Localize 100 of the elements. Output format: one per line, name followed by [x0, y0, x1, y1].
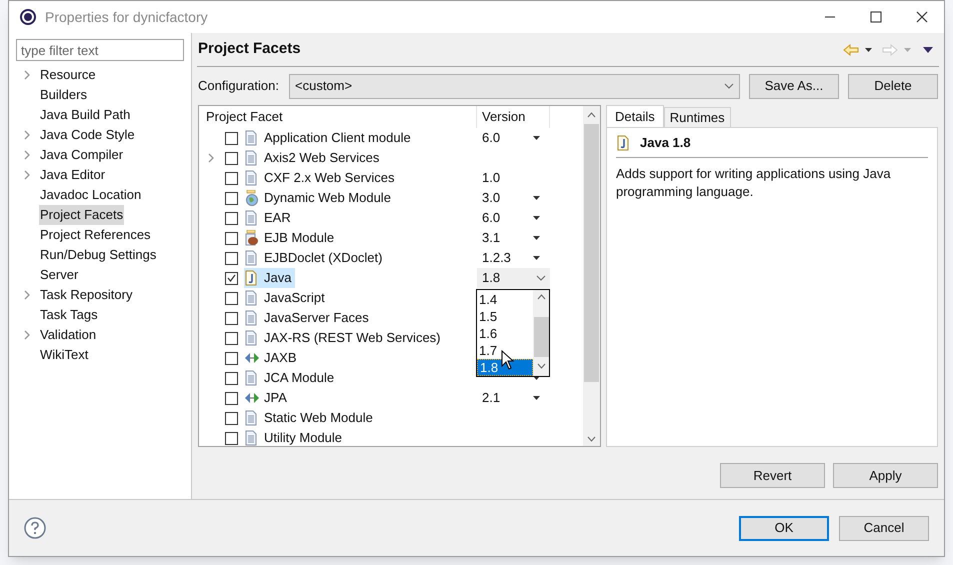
dropdown-arrow-icon	[533, 216, 540, 220]
version-cell[interactable]: 3.0	[477, 188, 533, 208]
sidebar-item[interactable]: Server	[39, 265, 80, 285]
column-header[interactable]: Project Facet	[199, 106, 477, 128]
checkbox[interactable]	[225, 232, 238, 244]
facet-name[interactable]: EJBDoclet (XDoclet)	[244, 248, 386, 268]
checkbox[interactable]	[225, 432, 238, 444]
dropdown-option[interactable]: 1.4	[477, 291, 533, 308]
app-icon	[19, 8, 37, 26]
view-menu-icon	[923, 46, 933, 52]
dropdown-option[interactable]: 1.6	[477, 325, 533, 342]
check-icon	[227, 274, 236, 282]
dialog-button[interactable]: Revert	[720, 463, 825, 488]
tab[interactable]: Details	[606, 105, 664, 127]
facet-name[interactable]: JavaScript	[244, 288, 329, 308]
checkbox[interactable]	[225, 172, 238, 184]
dialog-button[interactable]: OK	[739, 516, 829, 540]
back-arrow-icon	[843, 44, 859, 56]
facet-name[interactable]: EAR	[244, 208, 295, 228]
dropdown-arrow-icon	[904, 48, 911, 52]
globe-jar-icon	[244, 190, 260, 206]
scroll-up-icon	[587, 112, 596, 118]
sidebar-item[interactable]: Validation	[39, 325, 98, 345]
sidebar-item[interactable]: Project References	[39, 225, 152, 245]
double-arrow-icon	[244, 390, 260, 406]
checkbox[interactable]	[225, 192, 238, 204]
checkbox[interactable]	[225, 292, 238, 304]
facet-name[interactable]: Dynamic Web Module	[244, 188, 395, 208]
dialog-button[interactable]: Apply	[833, 463, 938, 488]
help-icon	[24, 517, 46, 539]
sidebar-item[interactable]: Java Editor	[39, 165, 106, 185]
scrollbar[interactable]	[583, 106, 600, 446]
dropdown-option[interactable]: 1.5	[477, 308, 533, 325]
checkbox[interactable]	[225, 152, 238, 164]
chevron-down-icon	[724, 83, 734, 89]
double-arrow-icon	[244, 350, 260, 366]
facet-name[interactable]: Application Client module	[244, 128, 415, 148]
facet-name[interactable]: JCA Module	[244, 368, 338, 388]
sidebar-item[interactable]: WikiText	[39, 345, 90, 365]
chevron-down-icon	[536, 275, 546, 281]
configuration-label: Configuration:	[198, 77, 280, 96]
close-icon	[916, 11, 928, 23]
sidebar-item[interactable]: Task Repository	[39, 285, 134, 305]
checkbox[interactable]	[225, 352, 238, 364]
checkbox[interactable]	[225, 272, 238, 284]
checkbox[interactable]	[225, 332, 238, 344]
facet-name[interactable]: Static Web Module	[244, 408, 377, 428]
facet-name[interactable]: JPA	[244, 388, 291, 408]
version-cell[interactable]: 2.1	[477, 388, 533, 408]
version-dropdown-list[interactable]: 1.4 1.5 1.6 1.7 1.8	[476, 289, 550, 377]
checkbox[interactable]	[225, 212, 238, 224]
checkbox[interactable]	[225, 252, 238, 264]
dialog-button[interactable]: Cancel	[839, 516, 929, 540]
sidebar-item[interactable]: Javadoc Location	[39, 185, 142, 205]
window-title: Properties for dynicfactory	[45, 8, 209, 27]
dropdown-arrow-icon	[533, 236, 540, 240]
version-cell[interactable]: 6.0	[477, 208, 533, 228]
details-title: Java 1.8	[640, 134, 691, 152]
facet-name[interactable]: Java	[244, 268, 296, 288]
forward-arrow-icon	[882, 44, 898, 56]
sidebar-item[interactable]: Java Compiler	[39, 145, 124, 165]
checkbox[interactable]	[225, 372, 238, 384]
version-cell[interactable]: 3.1	[477, 228, 533, 248]
checkbox[interactable]	[225, 392, 238, 404]
scroll-down-icon	[536, 363, 546, 369]
scroll-down-icon	[587, 436, 596, 442]
bean-jar-icon	[244, 230, 260, 246]
version-cell[interactable]: 6.0	[477, 128, 533, 148]
checkbox[interactable]	[225, 132, 238, 144]
dropdown-option[interactable]: 1.7	[477, 342, 533, 359]
dropdown-arrow-icon	[865, 48, 872, 52]
configuration-dropdown[interactable]: <custom>	[289, 74, 740, 98]
filter-field[interactable]: type filter text	[16, 39, 184, 61]
facet-name[interactable]: Axis2 Web Services	[244, 148, 384, 168]
page-title: Project Facets	[198, 39, 302, 60]
sidebar-item[interactable]: Task Tags	[39, 305, 99, 325]
facet-name[interactable]: CXF 2.x Web Services	[244, 168, 399, 188]
sidebar-item[interactable]: Resource	[39, 65, 97, 85]
facet-name[interactable]: Utility Module	[244, 428, 346, 448]
dialog-button[interactable]: Save As...	[749, 74, 839, 98]
facet-name[interactable]: JAXB	[244, 348, 301, 368]
checkbox[interactable]	[225, 412, 238, 424]
facet-name[interactable]: JAX-RS (REST Web Services)	[244, 328, 445, 348]
column-header[interactable]: Version	[477, 106, 550, 128]
mouse-cursor-icon	[501, 350, 515, 370]
scroll-thumb[interactable]	[534, 317, 548, 357]
facet-name[interactable]: JavaServer Faces	[244, 308, 373, 328]
checkbox[interactable]	[225, 312, 238, 324]
sidebar-item[interactable]: Builders	[39, 85, 88, 105]
dropdown-arrow-icon	[533, 396, 540, 400]
sidebar-item[interactable]: Java Build Path	[39, 105, 132, 125]
version-cell[interactable]: 1.2.3	[477, 248, 533, 268]
tab[interactable]: Runtimes	[664, 107, 731, 127]
facet-name[interactable]: EJB Module	[244, 228, 338, 248]
dropdown-arrow-icon	[533, 136, 540, 140]
sidebar-item[interactable]: Run/Debug Settings	[39, 245, 158, 265]
sidebar-item[interactable]: Project Facets	[39, 205, 124, 225]
scroll-thumb[interactable]	[584, 124, 599, 382]
dialog-button[interactable]: Delete	[848, 74, 938, 98]
sidebar-item[interactable]: Java Code Style	[39, 125, 136, 145]
